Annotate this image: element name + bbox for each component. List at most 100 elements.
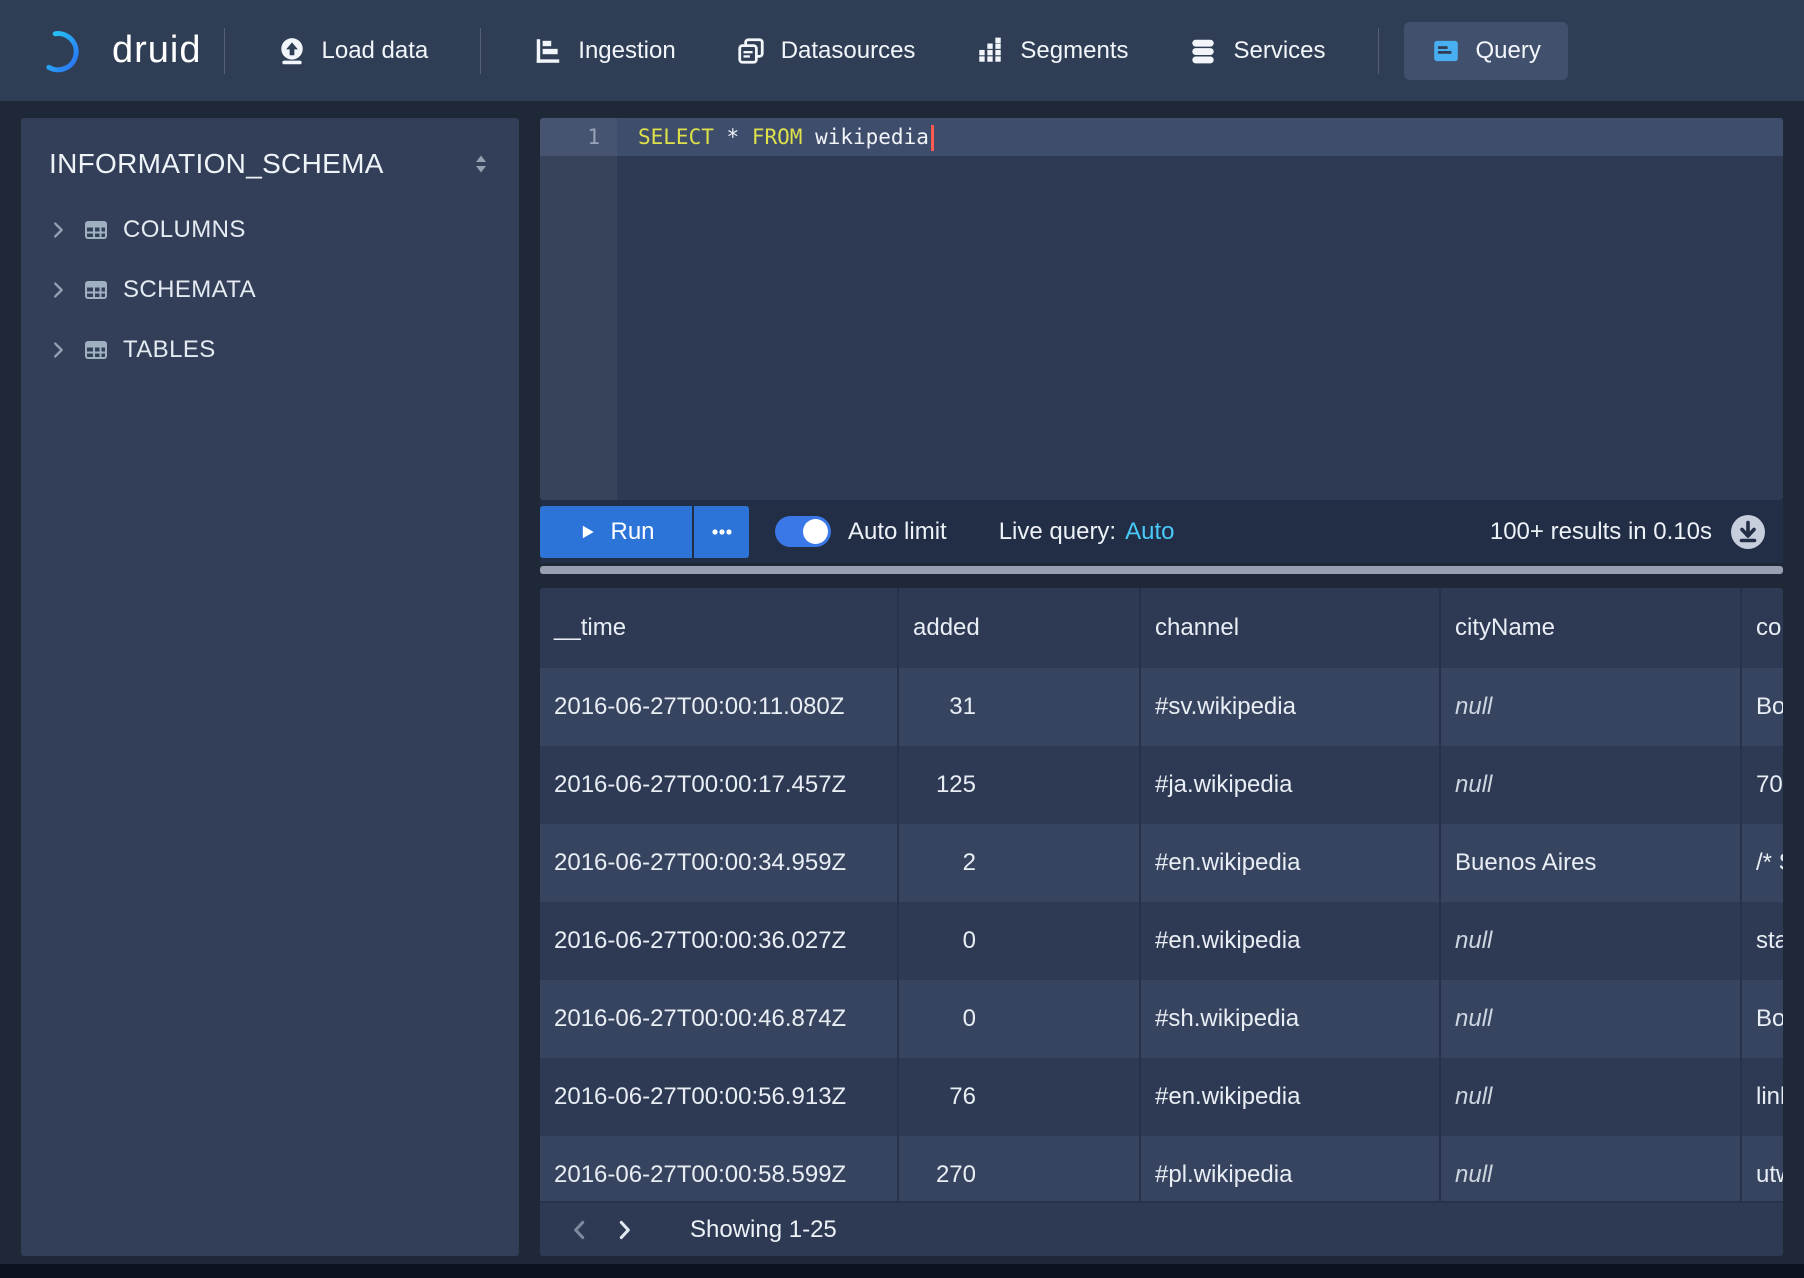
navbar-divider <box>480 28 481 74</box>
run-button-label: Run <box>610 518 654 546</box>
nav-label: Segments <box>1020 37 1128 65</box>
cell-time: 2016-06-27T00:00:58.599Z <box>540 1136 897 1201</box>
cell-cityname: null <box>1439 746 1740 824</box>
sql-editor[interactable]: 1 SELECT * FROM wikipedia <box>540 118 1783 500</box>
live-query-label: Live query: <box>999 518 1116 545</box>
column-header-cityname[interactable]: cityName <box>1439 588 1740 668</box>
navbar-divider <box>1378 28 1379 74</box>
auto-limit-toggle[interactable] <box>775 516 831 547</box>
tree-item-label: COLUMNS <box>123 216 246 244</box>
druid-logo-icon <box>38 22 96 80</box>
cell-comment: Bot <box>1740 668 1783 746</box>
table-row[interactable]: 2016-06-27T00:00:34.959Z 2 #en.wikipedia… <box>540 824 1783 902</box>
ellipsis-icon <box>709 519 735 545</box>
results-panel: __time added channel cityName comment 20… <box>540 588 1783 1256</box>
upload-icon <box>277 36 307 66</box>
druid-logo[interactable]: druid <box>38 22 202 80</box>
cell-comment: link <box>1740 1058 1783 1136</box>
cell-channel: #en.wikipedia <box>1139 824 1439 902</box>
sidebar-item-tables[interactable]: TABLES <box>21 320 519 380</box>
editor-gutter: 1 <box>540 118 617 500</box>
cell-comment: /* S <box>1740 824 1783 902</box>
text-cursor <box>931 125 934 151</box>
nav-item-segments[interactable]: Segments <box>948 22 1155 80</box>
cell-cityname: Buenos Aires <box>1439 824 1740 902</box>
results-header-row: __time added channel cityName comment <box>540 588 1783 668</box>
live-query: Live query: Auto <box>999 518 1175 546</box>
cell-time: 2016-06-27T00:00:11.080Z <box>540 668 897 746</box>
panel-resize-handle[interactable] <box>540 566 1783 574</box>
cell-time: 2016-06-27T00:00:17.457Z <box>540 746 897 824</box>
nav-label: Services <box>1233 37 1325 65</box>
column-header-comment[interactable]: comment <box>1740 588 1783 668</box>
chevron-right-icon[interactable] <box>47 279 69 301</box>
cell-cityname: null <box>1439 1136 1740 1201</box>
bottom-strip <box>0 1264 1804 1278</box>
sql-keyword: FROM <box>752 125 803 149</box>
next-page-button[interactable] <box>602 1208 646 1252</box>
segments-icon <box>975 36 1005 66</box>
previous-page-button[interactable] <box>558 1208 602 1252</box>
sidebar-item-schemata[interactable]: SCHEMATA <box>21 260 519 320</box>
live-query-mode-link[interactable]: Auto <box>1125 518 1174 545</box>
table-row[interactable]: 2016-06-27T00:00:58.599Z 270 #pl.wikiped… <box>540 1136 1783 1201</box>
double-caret-vertical-icon[interactable] <box>469 152 493 176</box>
cell-cityname: null <box>1439 980 1740 1058</box>
run-button[interactable]: Run <box>540 506 692 558</box>
table-row[interactable]: 2016-06-27T00:00:46.874Z 0 #sh.wikipedia… <box>540 980 1783 1058</box>
nav-label: Load data <box>322 37 429 65</box>
cell-added: 31 <box>897 668 1139 746</box>
druid-console: druid Load data Ingestion <box>0 0 1804 1278</box>
run-button-group: Run <box>540 506 749 558</box>
cell-channel: #ja.wikipedia <box>1139 746 1439 824</box>
cell-cityname: null <box>1439 668 1740 746</box>
nav-item-query[interactable]: Query <box>1404 22 1568 80</box>
schema-selector[interactable]: INFORMATION_SCHEMA <box>21 118 519 200</box>
top-navbar: druid Load data Ingestion <box>0 0 1804 101</box>
column-header-time[interactable]: __time <box>540 588 897 668</box>
cell-added: 76 <box>897 1058 1139 1136</box>
sql-query-text[interactable]: SELECT * FROM wikipedia <box>617 118 1783 156</box>
table-row[interactable]: 2016-06-27T00:00:56.913Z 76 #en.wikipedi… <box>540 1058 1783 1136</box>
results-info: 100+ results in 0.10s <box>1490 518 1712 546</box>
line-number: 1 <box>540 118 617 156</box>
column-header-channel[interactable]: channel <box>1139 588 1439 668</box>
run-more-button[interactable] <box>694 506 749 558</box>
cell-added: 2 <box>897 824 1139 902</box>
chevron-right-icon[interactable] <box>47 219 69 241</box>
cell-channel: #pl.wikipedia <box>1139 1136 1439 1201</box>
nav-item-ingestion[interactable]: Ingestion <box>506 22 702 80</box>
tree-item-label: SCHEMATA <box>123 276 256 304</box>
schema-title: INFORMATION_SCHEMA <box>49 148 384 180</box>
table-row[interactable]: 2016-06-27T00:00:17.457Z 125 #ja.wikiped… <box>540 746 1783 824</box>
results-pagination: Showing 1-25 <box>540 1201 1783 1256</box>
ingestion-icon <box>533 36 563 66</box>
sidebar-item-columns[interactable]: COLUMNS <box>21 200 519 260</box>
column-header-added[interactable]: added <box>897 588 1139 668</box>
nav-item-services[interactable]: Services <box>1161 22 1352 80</box>
cell-added: 0 <box>897 902 1139 980</box>
datasources-icon <box>736 36 766 66</box>
tree-item-label: TABLES <box>123 336 216 364</box>
navbar-divider <box>224 28 225 74</box>
nav-item-datasources[interactable]: Datasources <box>709 22 943 80</box>
chevron-right-icon[interactable] <box>47 339 69 361</box>
nav-item-load-data[interactable]: Load data <box>250 22 456 80</box>
cell-added: 125 <box>897 746 1139 824</box>
cell-time: 2016-06-27T00:00:36.027Z <box>540 902 897 980</box>
table-row[interactable]: 2016-06-27T00:00:11.080Z 31 #sv.wikipedi… <box>540 668 1783 746</box>
sql-keyword: SELECT <box>638 125 714 149</box>
nav-label: Query <box>1476 37 1541 65</box>
table-icon <box>83 217 109 243</box>
auto-limit-label: Auto limit <box>848 518 947 546</box>
cell-added: 0 <box>897 980 1139 1058</box>
table-row[interactable]: 2016-06-27T00:00:36.027Z 0 #en.wikipedia… <box>540 902 1783 980</box>
results-body: 2016-06-27T00:00:11.080Z 31 #sv.wikipedi… <box>540 668 1783 1201</box>
cell-comment: utw <box>1740 1136 1783 1201</box>
download-results-button[interactable] <box>1729 513 1767 551</box>
table-icon <box>83 337 109 363</box>
chevron-left-icon <box>567 1217 593 1243</box>
cell-comment: sta <box>1740 902 1783 980</box>
query-workbench: 1 SELECT * FROM wikipedia Run <box>540 118 1783 1256</box>
cell-added: 270 <box>897 1136 1139 1201</box>
